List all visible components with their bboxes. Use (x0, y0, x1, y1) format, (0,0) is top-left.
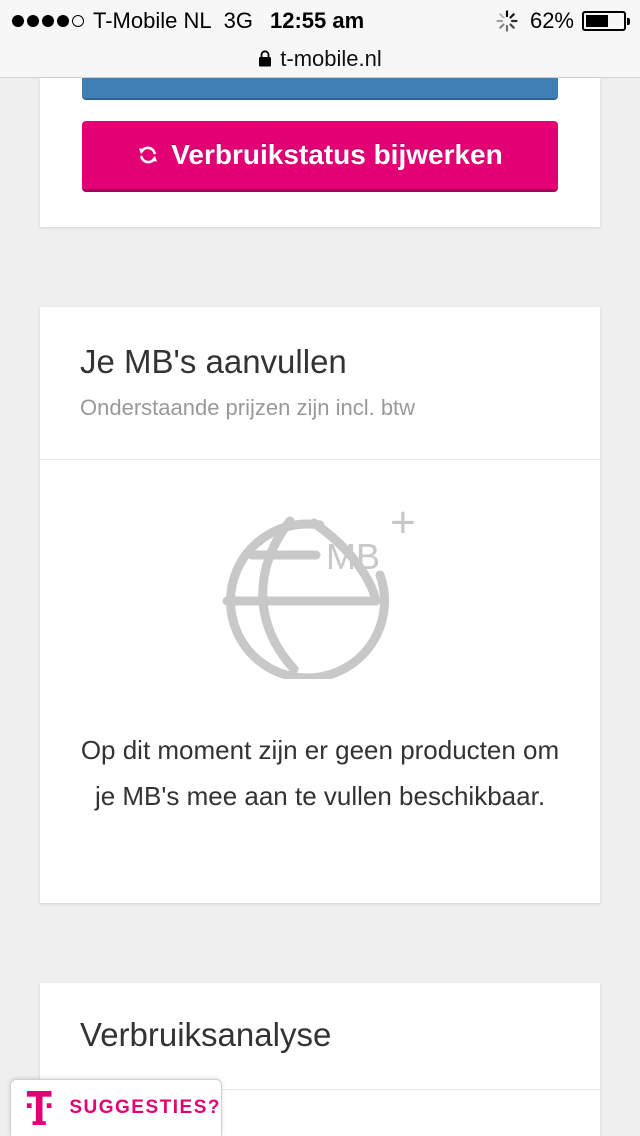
update-usage-status-button[interactable]: Verbruikstatus bijwerken (82, 121, 558, 192)
suggestions-label: SUGGESTIES? (69, 1097, 221, 1118)
signal-dot (57, 15, 69, 27)
status-bar: T-Mobile NL 3G 12:55 am 62% (0, 0, 640, 40)
carrier-name: T-Mobile NL (93, 8, 212, 33)
mb-icon-text: MB (326, 536, 380, 577)
url-bar[interactable]: t-mobile.nl (0, 40, 640, 78)
battery-percentage: 62% (529, 8, 574, 33)
mb-topup-subtitle: Onderstaande prijzen zijn incl. btw (80, 395, 416, 420)
mb-topup-header: Je MB's aanvullen Onderstaande prijzen z… (40, 307, 600, 460)
plus-icon-text: + (390, 498, 416, 547)
usage-analysis-header: Verbruiksanalyse (40, 983, 600, 1090)
lock-icon (259, 50, 272, 67)
suggestions-tab[interactable]: SUGGESTIES? (10, 1079, 222, 1136)
battery-fill (586, 15, 609, 27)
telekom-t-logo-icon (26, 1090, 52, 1126)
partially-visible-button[interactable] (82, 78, 558, 100)
mb-topup-title: Je MB's aanvullen (80, 343, 347, 380)
refresh-icon (139, 146, 158, 164)
signal-dot (27, 15, 39, 27)
activity-spinner-icon (496, 10, 518, 32)
globe-mb-plus-icon: MB + (222, 498, 416, 679)
status-right: 62% (496, 8, 630, 34)
status-time: 12:55 am (270, 8, 365, 33)
url-domain: t-mobile.nl (280, 45, 382, 71)
network-type: 3G (223, 8, 253, 33)
update-usage-status-label: Verbruikstatus bijwerken (171, 139, 503, 170)
usage-actions-card: Verbruikstatus bijwerken (40, 78, 600, 227)
no-products-message: Op dit moment zijn er geen producten om … (80, 735, 560, 811)
signal-dot (42, 15, 54, 27)
signal-dot-empty (72, 15, 84, 27)
status-left: T-Mobile NL 3G (12, 8, 263, 34)
signal-dot (12, 15, 24, 27)
signal-strength-icon (12, 15, 84, 27)
usage-analysis-title: Verbruiksanalyse (80, 1016, 332, 1053)
mb-topup-card: Je MB's aanvullen Onderstaande prijzen z… (40, 307, 600, 903)
battery-icon (582, 11, 630, 31)
